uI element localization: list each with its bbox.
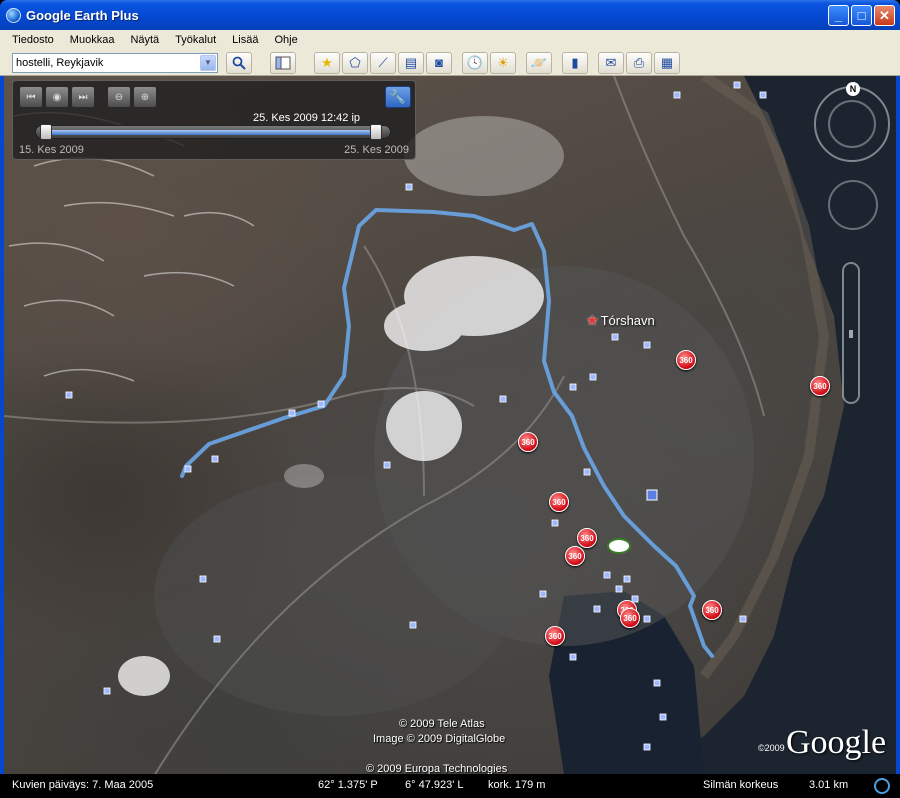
streaming-indicator-icon (874, 778, 890, 794)
email-button[interactable]: ✉ (598, 51, 624, 74)
ruler-button[interactable]: ▮ (562, 51, 588, 74)
add-path-button[interactable]: ⟋ (370, 51, 396, 74)
sidebar-toggle-button[interactable] (270, 51, 296, 74)
sidebar-toggle-icon (275, 56, 291, 69)
time-slider-panel: ⏮ ◉ ⏭ ⊖ ⊕ 🔧 25. Kes 2009 12:42 ip 15. Ke… (12, 80, 416, 160)
polygon-icon: ⬠ (349, 54, 361, 70)
panorama-360-marker[interactable]: 360 (545, 626, 565, 646)
eye-altitude-value: 3.01 km (809, 779, 849, 791)
elevation-readout: kork. 179 m (488, 779, 546, 791)
panorama-360-marker[interactable]: 360 (577, 528, 597, 548)
menu-tiedosto[interactable]: Tiedosto (4, 34, 62, 46)
print-icon: ⎙ (633, 54, 645, 70)
historical-imagery-icon: 🕓 (466, 54, 484, 70)
panorama-360-marker[interactable]: 360 (518, 432, 538, 452)
title-bar[interactable]: Google Earth Plus _ □ ✕ (0, 0, 900, 30)
info-placemark-icon[interactable] (646, 489, 658, 501)
zoom-slider[interactable] (842, 262, 860, 404)
map-view[interactable]: ★ Tórshavn 360 360 360 360 360 360 360 3… (4, 76, 896, 774)
previous-date-button[interactable]: ⏮ (19, 86, 43, 108)
view-in-maps-button[interactable]: ▦ (654, 51, 680, 74)
historical-imagery-button[interactable]: 🕓 (462, 51, 488, 74)
window-title: Google Earth Plus (26, 7, 139, 23)
sunlight-icon: ☀ (497, 54, 509, 70)
google-logo-year: ©2009 (758, 743, 785, 753)
panorama-360-marker[interactable]: 360 (702, 600, 722, 620)
latitude-readout: 62° 1.375' P (318, 779, 378, 791)
panorama-360-marker[interactable]: 360 (620, 608, 640, 628)
print-button[interactable]: ⎙ (626, 51, 652, 74)
switch-planet-button[interactable]: 🪐 (526, 51, 552, 74)
copyright-europa: © 2009 Europa Technologies (366, 763, 508, 774)
add-polygon-button[interactable]: ⬠ (342, 51, 368, 74)
time-current-label: 25. Kes 2009 12:42 ip (253, 112, 361, 124)
panorama-360-marker[interactable]: 360 (810, 376, 830, 396)
record-tour-icon: ◙ (435, 55, 443, 70)
window-frame-right (896, 30, 900, 798)
time-slider-start-handle[interactable] (40, 124, 52, 140)
path-icon: ⟋ (378, 54, 388, 70)
copyright-tele-atlas: © 2009 Tele Atlas (399, 718, 485, 730)
zoom-out-time-button[interactable]: ⊖ (107, 86, 131, 108)
email-icon: ✉ (605, 54, 617, 70)
eye-altitude-label: Silmän korkeus (703, 779, 779, 791)
add-placemark-button[interactable]: ★ (314, 51, 340, 74)
menu-tyokalut[interactable]: Työkalut (167, 34, 224, 46)
place-label-text: Tórshavn (600, 313, 655, 328)
minimize-button[interactable]: _ (828, 5, 849, 26)
search-input-value: hostelli, Reykjavik (16, 56, 104, 69)
menu-bar: Tiedosto Muokkaa Näytä Työkalut Lisää Oh… (0, 30, 900, 50)
imagery-date: Kuvien päiväys: 7. Maa 2005 (12, 779, 154, 791)
menu-ohje[interactable]: Ohje (266, 34, 305, 46)
maximize-button[interactable]: □ (851, 5, 872, 26)
star-placemark-icon: ★ (586, 312, 599, 328)
toolbar: hostelli, Reykjavik ▼ ★ ⬠ ⟋ ▤ ◙ 🕓 ☀ 🪐 ▮ … (0, 50, 900, 76)
compass-ring[interactable] (814, 86, 890, 162)
time-slider-end-handle[interactable] (370, 124, 382, 140)
menu-muokkaa[interactable]: Muokkaa (62, 34, 123, 46)
planet-icon: 🪐 (530, 54, 548, 70)
menu-nayta[interactable]: Näytä (122, 34, 167, 46)
next-date-button[interactable]: ⏭ (71, 86, 95, 108)
look-joystick[interactable] (828, 100, 876, 148)
close-button[interactable]: ✕ (874, 5, 895, 26)
placemark-icon: ★ (321, 54, 333, 70)
add-image-overlay-button[interactable]: ▤ (398, 51, 424, 74)
place-label-torshavn[interactable]: ★ Tórshavn (586, 312, 655, 329)
panorama-360-marker[interactable]: 360 (549, 492, 569, 512)
panorama-360-marker[interactable]: 360 (676, 350, 696, 370)
record-tour-button[interactable]: ◙ (426, 51, 452, 74)
maps-icon: ▦ (660, 54, 674, 70)
zoom-slider-knob[interactable] (849, 330, 853, 338)
north-indicator[interactable]: N (846, 82, 860, 96)
panoramio-placemark-icon[interactable] (607, 538, 631, 554)
zoom-in-time-button[interactable]: ⊕ (133, 86, 157, 108)
copyright-digitalglobe: Image © 2009 DigitalGlobe (373, 733, 506, 745)
menu-lisaa[interactable]: Lisää (224, 34, 266, 46)
panorama-360-marker[interactable]: 360 (565, 546, 585, 566)
time-slider-range (46, 130, 382, 135)
play-animation-button[interactable]: ◉ (45, 86, 69, 108)
time-start-label: 15. Kes 2009 (19, 144, 84, 156)
search-button[interactable] (226, 51, 252, 74)
search-input[interactable]: hostelli, Reykjavik ▼ (12, 52, 218, 73)
longitude-readout: 6° 47.923' L (405, 779, 464, 791)
search-dropdown-button[interactable]: ▼ (200, 54, 216, 71)
time-slider-track[interactable] (35, 124, 391, 140)
ruler-icon: ▮ (571, 54, 579, 70)
google-earth-app-icon (6, 7, 21, 23)
wrench-icon: 🔧 (389, 89, 407, 104)
map-terrain (4, 76, 896, 774)
time-end-label: 25. Kes 2009 (344, 144, 409, 156)
search-icon (232, 56, 246, 70)
time-settings-button[interactable]: 🔧 (385, 86, 411, 108)
sunlight-button[interactable]: ☀ (490, 51, 516, 74)
google-logo: Google (786, 724, 887, 761)
image-overlay-icon: ▤ (404, 54, 418, 70)
status-bar: Kuvien päiväys: 7. Maa 2005 62° 1.375' P… (0, 774, 900, 798)
move-joystick[interactable] (828, 180, 878, 230)
